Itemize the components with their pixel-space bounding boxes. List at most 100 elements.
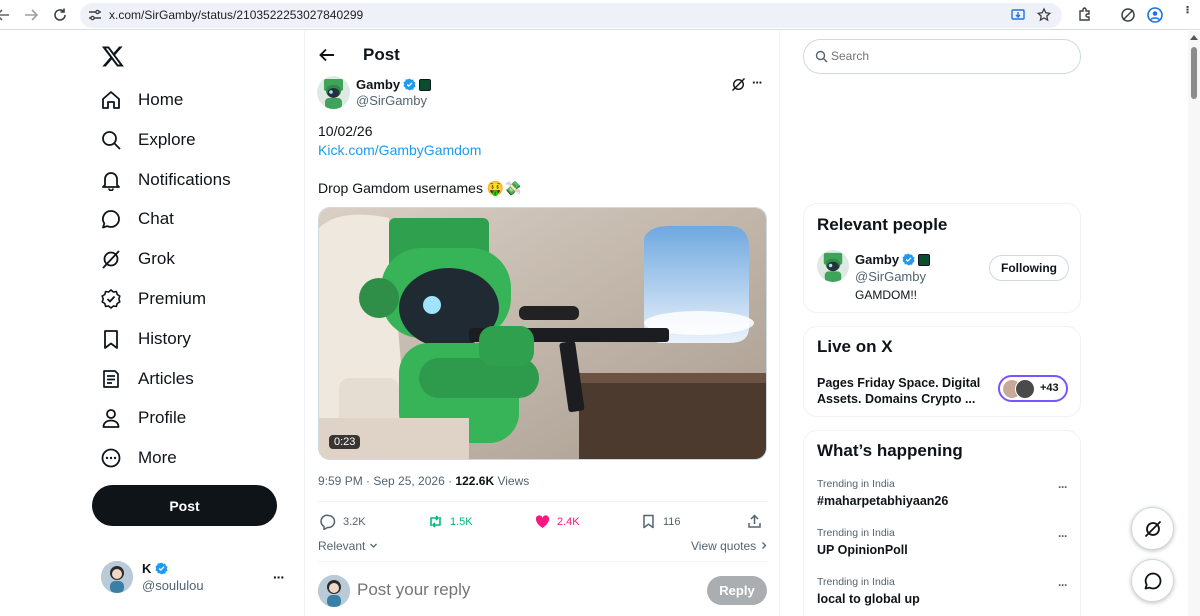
author-avatar[interactable] [317, 76, 350, 109]
nav-premium[interactable]: Premium [100, 284, 206, 314]
nav-grok[interactable]: Grok [100, 244, 175, 274]
more-options-icon[interactable]: ··· [1058, 480, 1068, 494]
page-scrollbar[interactable] [1188, 31, 1200, 616]
person-handle[interactable]: @SirGamby [855, 269, 926, 284]
repost-icon [430, 515, 441, 528]
scrollbar-thumb[interactable] [1191, 47, 1197, 99]
bookmark-action[interactable]: 116 [640, 513, 681, 530]
grok-icon [102, 250, 120, 269]
trend-title: UP OpinionPoll [817, 543, 908, 557]
reload-icon[interactable] [51, 6, 69, 24]
share-action[interactable] [746, 513, 763, 530]
trend-context: Trending in India [817, 576, 895, 588]
grok-extension-icon[interactable] [1119, 6, 1137, 24]
trend-item[interactable]: Trending in India #maharpetabhiyaan26 ··… [817, 478, 1068, 514]
nav-label: Explore [138, 130, 196, 149]
video-thumbnail [319, 208, 766, 459]
tweet-meta: 9:59 PM · Sep 25, 2026 · 122.6K Views [318, 474, 529, 488]
nav-history[interactable]: History [100, 324, 191, 354]
relevant-people-card: Relevant people Gamby @SirGamby GAMDOM!!… [803, 203, 1081, 313]
nav-chat[interactable]: Chat [100, 204, 174, 234]
affiliate-badge-icon [918, 253, 931, 266]
nav-articles[interactable]: Articles [100, 364, 194, 394]
repost-action[interactable]: 1.5K [427, 513, 473, 530]
more-options-icon[interactable]: ··· [752, 75, 763, 90]
trend-context: Trending in India [817, 527, 895, 539]
account-handle: @soululou [142, 578, 204, 593]
person-name[interactable]: Gamby [855, 252, 931, 267]
forward-icon[interactable] [22, 6, 40, 24]
avatar [101, 561, 133, 593]
author-name[interactable]: Gamby [356, 77, 432, 92]
sort-dropdown[interactable]: Relevant [318, 539, 378, 553]
back-arrow-icon[interactable] [318, 46, 336, 64]
nav-profile[interactable]: Profile [100, 403, 186, 433]
account-switcher[interactable]: K @soululou ··· [101, 561, 291, 596]
x-logo-icon[interactable] [101, 44, 125, 68]
reply-icon [320, 514, 336, 530]
live-listeners-pill[interactable]: +43 [998, 375, 1068, 402]
affiliate-badge-icon [419, 78, 432, 91]
card-title: What’s happening [817, 441, 963, 460]
nav-label: Home [138, 90, 184, 109]
tweet-link[interactable]: Kick.com/GambyGamdom [318, 142, 481, 158]
home-icon [102, 91, 120, 109]
trend-item[interactable]: Trending in India local to global up ··· [817, 576, 1068, 612]
nav-notifications[interactable]: Notifications [100, 165, 231, 195]
nav-label: Notifications [138, 170, 231, 189]
tweet-video[interactable]: 0:23 [318, 207, 767, 460]
menu-icon[interactable]: ··· [1180, 5, 1196, 13]
chevron-down-icon [369, 543, 377, 548]
nav-label: Articles [138, 369, 194, 388]
address-bar[interactable]: x.com/SirGamby/status/210352225302784029… [80, 3, 1062, 28]
following-button[interactable]: Following [989, 255, 1069, 281]
like-count: 2.4K [557, 515, 580, 528]
nav-label: Chat [138, 209, 174, 228]
tweet-text-date: 10/02/26 [318, 123, 373, 139]
more-options-icon[interactable]: ··· [1058, 529, 1068, 543]
profile-icon[interactable] [1146, 6, 1164, 24]
grok-icon [1144, 520, 1161, 537]
card-title: Live on X [817, 337, 893, 356]
trend-item[interactable]: Trending in India UP OpinionPoll ··· [817, 527, 1068, 563]
browser-toolbar: x.com/SirGamby/status/210352225302784029… [0, 0, 1200, 30]
extensions-icon[interactable] [1076, 6, 1094, 24]
back-icon[interactable] [0, 6, 12, 24]
reply-button[interactable]: Reply [707, 576, 767, 605]
search-input[interactable] [831, 49, 1061, 63]
nav-label: History [138, 329, 191, 348]
more-options-icon[interactable]: ··· [1058, 578, 1068, 592]
reply-action[interactable]: 3.2K [320, 513, 366, 530]
trend-context: Trending in India [817, 478, 895, 490]
nav-home[interactable]: Home [100, 85, 183, 115]
nav-more[interactable]: More [100, 443, 177, 473]
profile-icon [102, 409, 120, 428]
install-app-icon[interactable] [1010, 7, 1026, 23]
more-dots-icon[interactable]: ··· [273, 569, 285, 585]
bookmark-star-icon[interactable] [1036, 7, 1052, 23]
scroll-up-icon[interactable] [1190, 35, 1198, 40]
grok-fab-button[interactable] [1131, 507, 1174, 550]
account-name: K [142, 561, 168, 576]
post-button[interactable]: Post [92, 485, 277, 526]
site-settings-icon[interactable] [88, 8, 102, 22]
live-space-title[interactable]: Pages Friday Space. Digital Assets. Doma… [817, 375, 982, 407]
person-name-text: Gamby [855, 252, 900, 267]
reply-count: 3.2K [343, 515, 366, 528]
nav-label: More [138, 448, 177, 467]
search-box[interactable] [803, 39, 1081, 74]
articles-icon [103, 370, 119, 388]
repost-count: 1.5K [450, 515, 473, 528]
messages-fab-button[interactable] [1131, 559, 1174, 602]
view-quotes-link[interactable]: View quotes [691, 539, 768, 553]
grok-icon[interactable] [731, 77, 746, 92]
reply-input[interactable] [357, 580, 677, 600]
tweet-text-body: Drop Gamdom usernames 🤑💸 [318, 180, 522, 196]
tweet-timestamp[interactable]: 9:59 PM · Sep 25, 2026 · [318, 474, 455, 488]
author-avatar[interactable] [817, 250, 849, 282]
listener-avatar [1015, 379, 1035, 399]
author-handle[interactable]: @SirGamby [356, 93, 427, 108]
verified-icon [902, 253, 915, 266]
nav-explore[interactable]: Explore [100, 125, 196, 155]
like-action[interactable]: 2.4K [534, 513, 580, 530]
